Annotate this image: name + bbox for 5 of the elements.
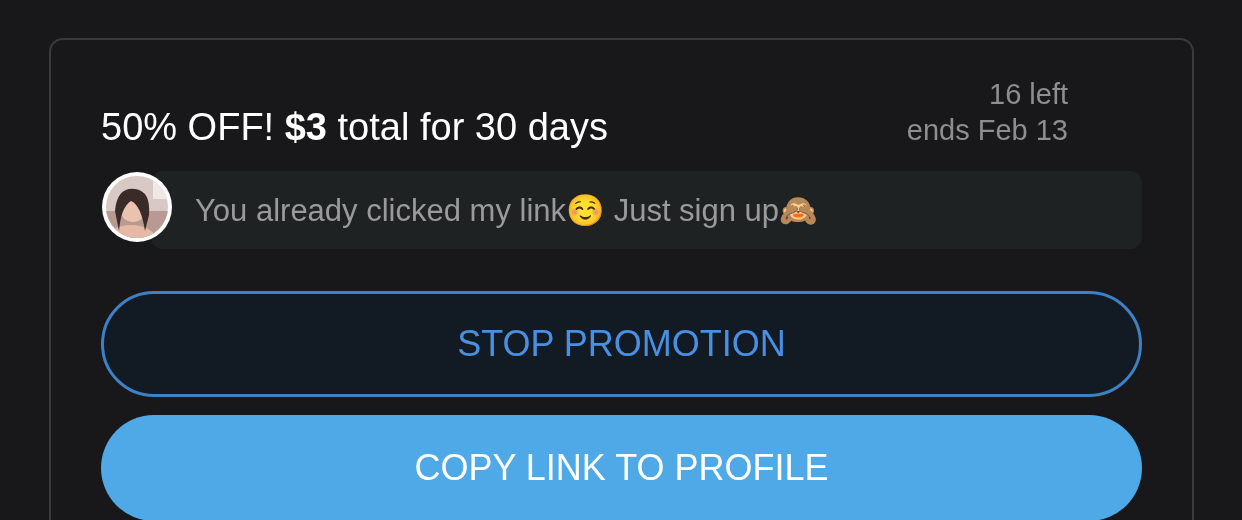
end-date: ends Feb 13	[906, 113, 1068, 148]
stop-promotion-button[interactable]: STOP PROMOTION	[101, 291, 1142, 397]
remaining-count: 16 left	[989, 77, 1068, 112]
promotion-title: 50% OFF! $3 total for 30 days	[101, 106, 608, 149]
message-text: You already clicked my link☺ Just sign up🙈	[195, 191, 819, 229]
